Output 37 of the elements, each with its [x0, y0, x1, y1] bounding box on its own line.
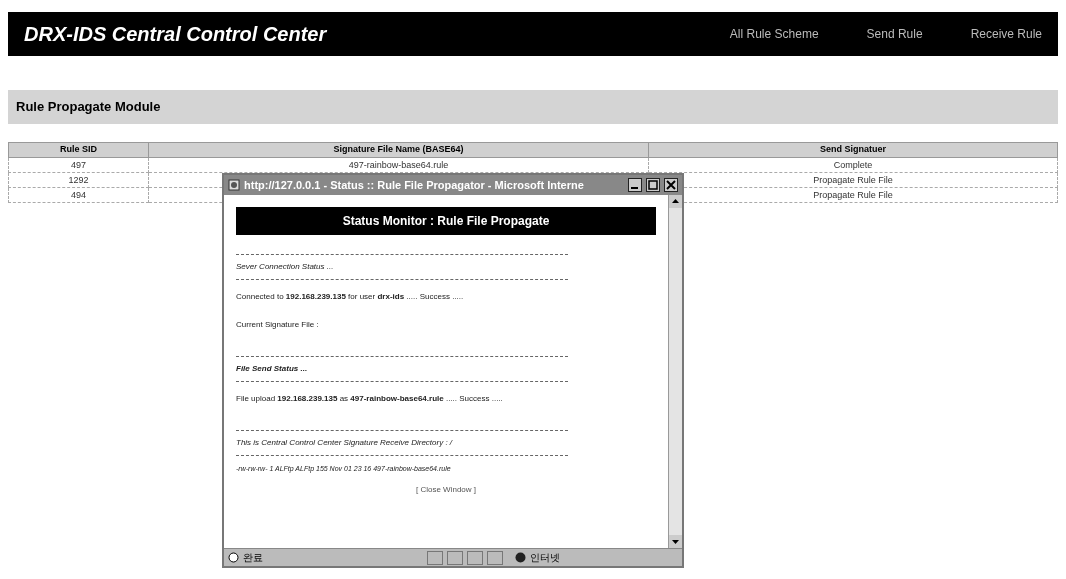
nav-link[interactable]: All Rule Scheme [729, 25, 819, 43]
table-cell: Complete [648, 157, 1058, 173]
status-heading: Sever Connection Status ... [236, 261, 335, 273]
maximize-icon[interactable] [646, 178, 660, 192]
table-cell: 494 [8, 187, 149, 203]
status-line: Connected to 192.168.239.135 for user drx-ids ..... Success ..... [236, 291, 465, 303]
column-header: Rule SID [8, 142, 149, 158]
banner-title: Status Monitor : Rule File Propagate [342, 213, 550, 230]
status-text: 완료 [243, 551, 264, 565]
status-heading: File Send Status ... [236, 363, 309, 375]
nav-link[interactable]: Send Rule [866, 25, 923, 43]
column-header: Signature File Name (BASE64) [148, 142, 649, 158]
close-window-link[interactable]: [ Close Window ] [416, 483, 476, 496]
status-line: File upload 192.168.239.135 as 497-rainbow-base64.rule ..... Success ..... [236, 393, 504, 405]
zone-text: 인터넷 [530, 551, 560, 565]
minimize-icon[interactable] [628, 178, 642, 192]
table-cell: 497 [8, 157, 149, 173]
column-header: Send Signatuer [648, 142, 1058, 158]
status-panel [447, 550, 463, 565]
section-title: Rule Propagate Module [16, 98, 161, 117]
page-icon [228, 552, 239, 563]
scroll-down-icon[interactable] [669, 535, 682, 548]
status-heading: This is Central Control Center Signature Receive Directory : / [236, 437, 454, 449]
table-cell: 1292 [8, 172, 149, 188]
status-panel [427, 550, 443, 565]
status-line: Current Signature File : [236, 319, 320, 331]
scroll-bar[interactable] [668, 195, 682, 548]
status-panel [467, 550, 483, 565]
nav-link[interactable]: Receive Rule [970, 25, 1042, 43]
status-panel [487, 550, 503, 565]
popup-title: http://127.0.0.1 - Status :: Rule File Propagator - Microsoft Interne [244, 177, 585, 193]
app-title: DRX-IDS Central Control Center [24, 22, 327, 47]
globe-icon [515, 552, 526, 563]
close-icon[interactable] [664, 178, 678, 192]
table-cell: 497-rainbow-base64.rule [148, 157, 649, 173]
browser-icon [228, 179, 240, 191]
scroll-up-icon[interactable] [669, 195, 682, 208]
